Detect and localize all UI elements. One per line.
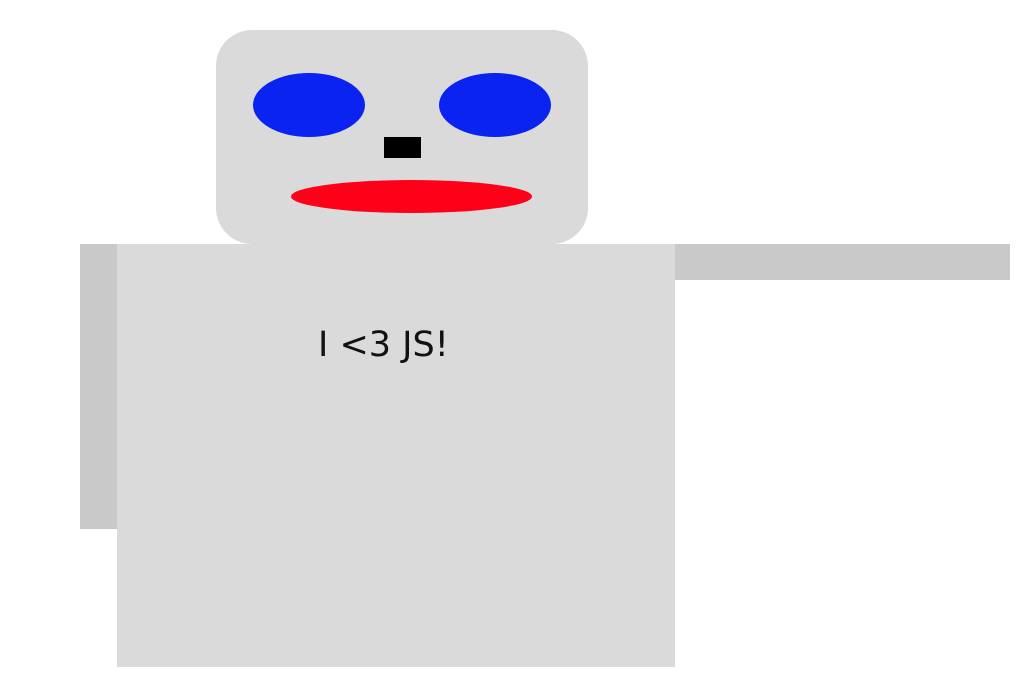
nose — [384, 137, 421, 158]
left-eye — [253, 73, 365, 137]
robot-head — [216, 30, 588, 244]
robot-body: I <3 JS! — [117, 244, 675, 667]
right-arm — [674, 244, 1010, 280]
robot-illustration: I <3 JS! — [0, 0, 1033, 679]
mouth — [291, 180, 532, 213]
shirt-text: I <3 JS! — [318, 325, 449, 365]
right-eye — [439, 73, 551, 137]
left-arm — [80, 244, 118, 529]
